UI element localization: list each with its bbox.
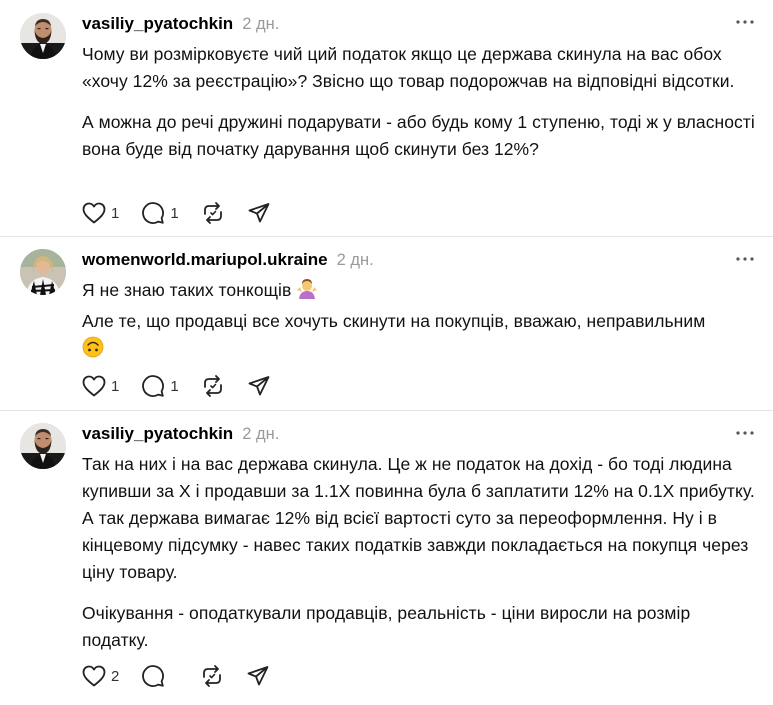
more-options-button[interactable] xyxy=(735,249,755,269)
timestamp[interactable]: 2 дн. xyxy=(337,251,374,270)
avatar-column xyxy=(20,249,68,410)
more-dots-icon xyxy=(736,431,754,435)
comment-header: womenworld.mariupol.ukraine 2 дн. xyxy=(82,249,755,271)
like-count: 1 xyxy=(111,204,120,222)
comment-body: Я не знаю таких тонкощів Але те, що прод… xyxy=(82,277,755,366)
avatar[interactable] xyxy=(20,13,66,59)
comment-bubble-icon xyxy=(142,665,165,687)
more-options-button[interactable] xyxy=(735,423,755,443)
bearded-man-avatar-icon xyxy=(20,423,66,469)
reply-count: 1 xyxy=(170,204,179,222)
comment-paragraph: Очікування - оподаткували продавців, реа… xyxy=(82,603,691,650)
avatar-column xyxy=(20,423,68,705)
reply-button[interactable] xyxy=(141,664,178,688)
action-bar: 2 xyxy=(82,663,292,689)
reply-button[interactable]: 1 xyxy=(141,374,179,398)
comment-post: womenworld.mariupol.ukraine 2 дн. Я не з… xyxy=(0,237,773,410)
timestamp[interactable]: 2 дн. xyxy=(242,15,279,34)
avatar[interactable] xyxy=(20,249,66,295)
more-options-button[interactable] xyxy=(735,12,755,32)
more-dots-icon xyxy=(736,257,754,261)
repost-icon xyxy=(203,665,222,687)
like-button[interactable]: 2 xyxy=(82,665,119,687)
username[interactable]: vasiliy_pyatochkin xyxy=(82,14,233,34)
like-count: 2 xyxy=(111,667,120,685)
comment-line: Але те, що продавці все хочуть скинути н… xyxy=(82,311,706,331)
comment-body: Так на них і на вас держава скинула. Це … xyxy=(82,451,755,654)
avatar[interactable] xyxy=(20,423,66,469)
comments-feed: vasiliy_pyatochkin 2 дн. Чому ви розмірк… xyxy=(0,0,773,703)
woman-zebra-avatar-icon xyxy=(20,249,66,295)
send-icon xyxy=(248,203,270,223)
comment-body: Чому ви розмірковуєте чий ций податок як… xyxy=(82,41,755,163)
comment-paragraph: Але те, що продавці все хочуть скинути н… xyxy=(82,308,755,366)
repost-icon xyxy=(203,202,222,224)
comment-bubble-icon xyxy=(142,375,165,397)
comment-post: vasiliy_pyatochkin 2 дн. Чому ви розмірк… xyxy=(0,0,773,236)
repost-icon xyxy=(203,375,222,397)
more-dots-icon xyxy=(736,20,754,24)
comment-paragraph: Чому ви розмірковуєте чий ций податок як… xyxy=(82,44,735,91)
send-icon xyxy=(248,376,270,396)
timestamp[interactable]: 2 дн. xyxy=(242,425,279,444)
share-button[interactable] xyxy=(247,201,271,225)
username[interactable]: womenworld.mariupol.ukraine xyxy=(82,250,328,270)
woman-shrugging-emoji-icon xyxy=(296,278,318,308)
like-button[interactable]: 1 xyxy=(82,375,119,397)
comment-header: vasiliy_pyatochkin 2 дн. xyxy=(82,423,755,445)
send-icon xyxy=(247,666,269,686)
repost-button[interactable] xyxy=(200,664,224,688)
comment-paragraph: А можна до речі дружині подарувати - або… xyxy=(82,112,755,159)
heart-icon xyxy=(82,665,106,687)
share-button[interactable] xyxy=(246,664,270,688)
like-count: 1 xyxy=(111,377,120,395)
upside-down-face-emoji-icon xyxy=(82,336,104,366)
action-bar: 1 1 xyxy=(82,373,293,399)
comment-line: Я не знаю таких тонкощів xyxy=(82,280,292,300)
comment-bubble-icon xyxy=(142,202,165,224)
action-bar: 1 1 xyxy=(82,200,293,226)
username[interactable]: vasiliy_pyatochkin xyxy=(82,424,233,444)
reply-button[interactable]: 1 xyxy=(141,201,179,225)
comment-header: vasiliy_pyatochkin 2 дн. xyxy=(82,13,755,35)
heart-icon xyxy=(82,202,106,224)
like-button[interactable]: 1 xyxy=(82,202,119,224)
heart-icon xyxy=(82,375,106,397)
share-button[interactable] xyxy=(247,374,271,398)
reply-count: 1 xyxy=(170,377,179,395)
comment-paragraph: Так на них і на вас держава скинула. Це … xyxy=(82,454,755,582)
comment-paragraph: Я не знаю таких тонкощів xyxy=(82,277,755,308)
comment-post: vasiliy_pyatochkin 2 дн. Так на них і на… xyxy=(0,411,773,705)
repost-button[interactable] xyxy=(201,201,225,225)
repost-button[interactable] xyxy=(201,374,225,398)
bearded-man-avatar-icon xyxy=(20,13,66,59)
avatar-column xyxy=(20,13,68,236)
